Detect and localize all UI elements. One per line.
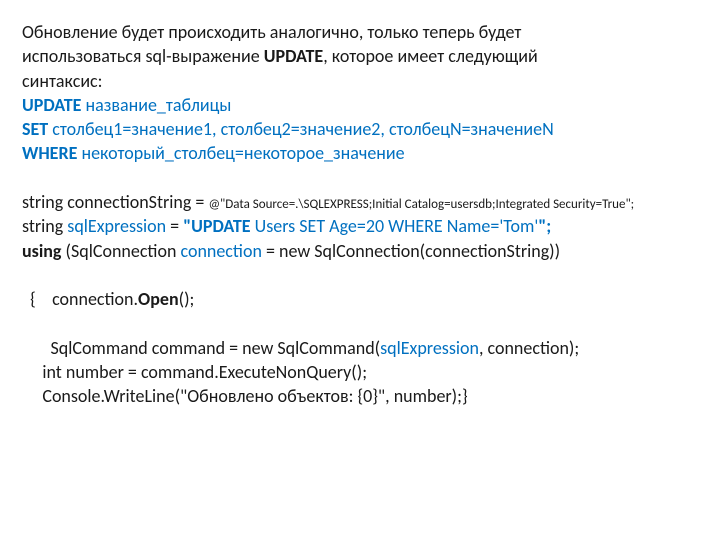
intro-text-2a: использоваться sql-выражение xyxy=(22,45,264,67)
update-keyword-intro: UPDATE xyxy=(264,45,323,67)
update-args: название_таблицы xyxy=(81,94,231,116)
se-q1: " xyxy=(183,215,191,237)
code-writeline: Console.WriteLine("Обновлено объектов: {… xyxy=(22,384,698,408)
code-open-line: { connection.Open(); xyxy=(22,263,698,312)
using-right: = new SqlConnection(connectionString)) xyxy=(262,240,560,262)
se-lead: string xyxy=(22,215,67,237)
code-sql-expression: string sqlExpression = "UPDATE Users SET… xyxy=(22,214,698,238)
code-using-line: using (SqlConnection connection = new Sq… xyxy=(22,239,698,263)
blank-line xyxy=(22,166,698,190)
where-keyword: WHERE xyxy=(22,142,77,164)
where-args: некоторый_столбец=некоторое_значение xyxy=(77,142,404,164)
se-update-kw: UPDATE xyxy=(191,215,250,237)
se-var: sqlExpression xyxy=(67,215,166,237)
brace-open: { connection. xyxy=(30,288,138,310)
intro-line-1: Обновление будет происходить аналогично,… xyxy=(22,20,698,44)
open-parens: (); xyxy=(179,288,195,310)
using-keyword: using xyxy=(22,240,61,262)
set-args: столбец1=значение1, столбец2=значение2, … xyxy=(48,118,554,140)
syntax-set-line: SET столбец1=значение1, столбец2=значени… xyxy=(22,117,698,141)
using-left: (SqlConnection xyxy=(61,240,180,262)
code-command-line: SqlCommand command = new SqlCommand(sqlE… xyxy=(22,312,698,361)
se-eq: = xyxy=(166,215,183,237)
cmd-right: , connection); xyxy=(479,337,579,359)
intro-text-2c: , которое имеет следующий xyxy=(323,45,538,67)
intro-line-2: использоваться sql-выражение UPDATE, кот… xyxy=(22,44,698,68)
se-rest: Users SET Age=20 WHERE Name='Tom' xyxy=(251,215,539,237)
cmd-arg-var: sqlExpression xyxy=(380,337,479,359)
update-keyword: UPDATE xyxy=(22,94,81,116)
intro-line-3: синтаксис: xyxy=(22,69,698,93)
cs-value: @"Data Source=.\SQLEXPRESS;Initial Catal… xyxy=(208,197,634,212)
open-method: Open xyxy=(138,288,179,310)
using-connection-var: connection xyxy=(180,240,261,262)
syntax-update-line: UPDATE название_таблицы xyxy=(22,93,698,117)
set-keyword: SET xyxy=(22,118,48,140)
cs-lead: string connectionString = xyxy=(22,191,208,213)
syntax-where-line: WHERE некоторый_столбец=некоторое_значен… xyxy=(22,141,698,165)
cmd-left: SqlCommand command = new SqlCommand( xyxy=(30,337,380,359)
code-connection-string: string connectionString = @"Data Source=… xyxy=(22,190,698,214)
se-q2: "; xyxy=(538,215,551,237)
code-number-line: int number = command.ExecuteNonQuery(); xyxy=(22,360,698,384)
